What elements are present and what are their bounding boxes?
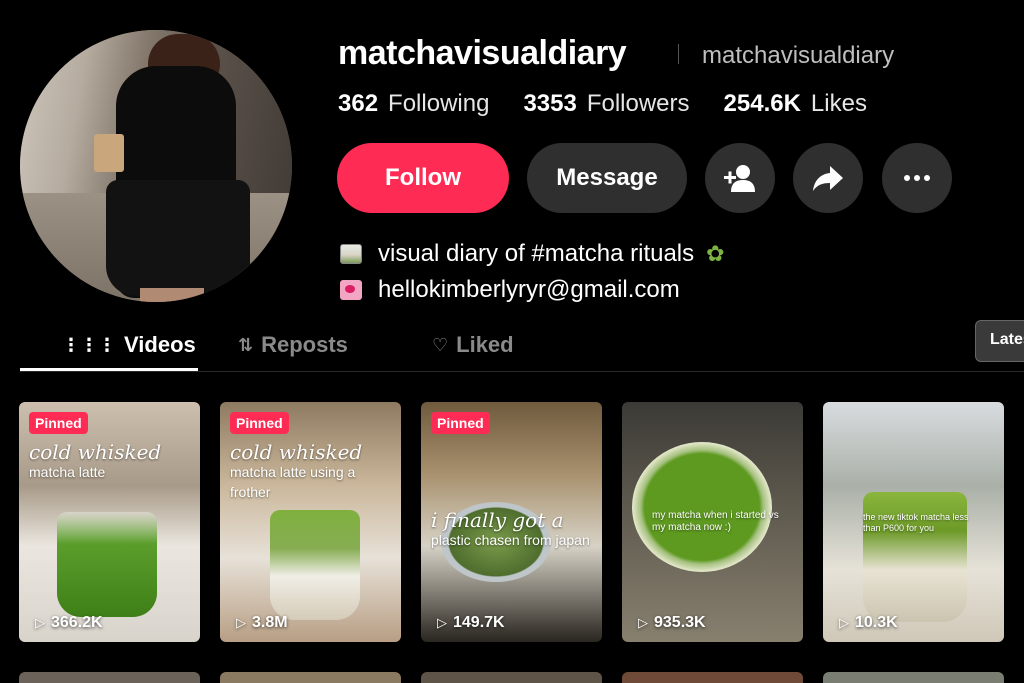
caption-title: i finally got a — [431, 508, 564, 532]
video-card[interactable]: Pinned i finally got a plastic chasen fr… — [421, 402, 602, 642]
view-count-value: 935.3K — [654, 614, 706, 631]
play-icon: ▷ — [35, 615, 45, 630]
tabs-divider — [20, 371, 1024, 372]
bio-line-1: visual diary of #matcha rituals ✿ — [340, 236, 725, 272]
following-label: Following — [388, 90, 490, 117]
message-button[interactable]: Message — [527, 143, 687, 213]
bio-email: hellokimberlyryr@gmail.com — [378, 276, 680, 303]
view-count: ▷ 149.7K — [437, 614, 505, 632]
view-count-value: 3.8M — [252, 614, 288, 631]
pinned-badge: Pinned — [431, 412, 490, 434]
caption-title: cold whisked — [230, 440, 363, 464]
bio-text: visual diary of #matcha rituals — [378, 240, 695, 267]
sort-latest-button[interactable]: Lates — [975, 320, 1024, 362]
tab-videos[interactable]: ⋮⋮⋮ Videos — [62, 332, 196, 358]
video-card[interactable]: Pinned cold whisked matcha latte using a… — [220, 402, 401, 642]
more-dots-icon — [904, 175, 930, 181]
view-count: ▷ 3.8M — [236, 614, 288, 632]
herb-leaf-icon: ✿ — [706, 241, 725, 266]
share-arrow-icon — [813, 166, 843, 191]
tab-liked[interactable]: ♡ Liked — [432, 332, 514, 358]
play-icon: ▷ — [236, 615, 246, 630]
pinned-badge: Pinned — [230, 412, 289, 434]
avatar-cup — [94, 134, 124, 172]
caption-sub: the new tiktok matcha less than P600 for… — [863, 512, 969, 533]
tea-cup-icon — [340, 244, 362, 264]
grid-bars-icon: ⋮⋮⋮ — [62, 334, 116, 355]
video-thumbnail — [632, 442, 772, 572]
stat-followers[interactable]: 3353 Followers — [523, 90, 689, 118]
followers-label: Followers — [586, 90, 690, 117]
view-count: ▷ 935.3K — [638, 614, 706, 632]
more-options-button[interactable] — [882, 143, 952, 213]
caption-sub: my matcha when i started vs my matcha no… — [652, 510, 779, 533]
tab-liked-label: Liked — [456, 332, 514, 357]
caption-sub: matcha latte — [29, 464, 106, 480]
video-caption: the new tiktok matcha less than P600 for… — [863, 512, 973, 534]
view-count-value: 366.2K — [51, 614, 103, 631]
followers-count: 3353 — [523, 90, 577, 117]
heart-icon: ♡ — [432, 334, 449, 355]
caption-sub: plastic chasen from japan — [431, 532, 590, 548]
likes-count: 254.6K — [723, 90, 801, 117]
play-icon: ▷ — [437, 615, 447, 630]
video-thumbnail — [270, 510, 360, 620]
repost-icon: ⇅ — [238, 334, 254, 355]
profile-stats: 362 Following 3353 Followers 254.6K Likes — [338, 90, 867, 118]
stat-following[interactable]: 362 Following — [338, 90, 489, 118]
follow-button[interactable]: Follow — [337, 143, 509, 213]
view-count-value: 10.3K — [855, 614, 898, 631]
view-count: ▷ 10.3K — [839, 614, 898, 632]
caption-title: cold whisked — [29, 440, 162, 464]
video-card-partial[interactable] — [622, 672, 803, 683]
avatar-legs — [140, 288, 204, 302]
video-card-partial[interactable] — [220, 672, 401, 683]
tab-videos-label: Videos — [124, 332, 196, 357]
profile-username: matchavisualdiary — [338, 34, 627, 72]
video-thumbnail — [57, 512, 157, 617]
pinned-badge: Pinned — [29, 412, 88, 434]
profile-nickname: matchavisualdiary — [702, 42, 895, 69]
play-icon: ▷ — [638, 615, 648, 630]
profile-tabs: ⋮⋮⋮ Videos ⇅ Reposts ♡ Liked — [0, 322, 1024, 372]
view-count-value: 149.7K — [453, 614, 505, 631]
tab-reposts-label: Reposts — [261, 332, 348, 357]
video-card[interactable]: Pinned cold whisked matcha latte ▷ 366.2… — [19, 402, 200, 642]
video-card-partial[interactable] — [19, 672, 200, 683]
avatar-skirt — [106, 180, 250, 296]
video-caption: cold whisked matcha latte using a frothe… — [230, 442, 395, 502]
tab-reposts[interactable]: ⇅ Reposts — [238, 332, 348, 358]
video-caption: i finally got a plastic chasen from japa… — [431, 510, 596, 550]
person-plus-icon — [724, 165, 755, 192]
name-separator — [678, 44, 679, 64]
video-card[interactable]: the new tiktok matcha less than P600 for… — [823, 402, 1004, 642]
video-card[interactable]: my matcha when i started vs my matcha no… — [622, 402, 803, 642]
share-button[interactable] — [793, 143, 863, 213]
view-count: ▷ 366.2K — [35, 614, 103, 632]
video-card-partial[interactable] — [421, 672, 602, 683]
caption-sub: matcha latte using a frother — [230, 464, 356, 500]
following-count: 362 — [338, 90, 379, 117]
love-letter-icon — [340, 280, 362, 300]
play-icon: ▷ — [839, 615, 849, 630]
profile-avatar[interactable] — [20, 30, 292, 302]
profile-bio: visual diary of #matcha rituals ✿ hellok… — [340, 236, 725, 308]
video-caption: my matcha when i started vs my matcha no… — [652, 510, 792, 534]
likes-label: Likes — [810, 90, 867, 117]
video-card-partial[interactable] — [823, 672, 1004, 683]
stat-likes: 254.6K Likes — [724, 90, 867, 118]
add-friend-button[interactable] — [705, 143, 775, 213]
bio-line-2: hellokimberlyryr@gmail.com — [340, 272, 725, 308]
video-caption: cold whisked matcha latte — [29, 442, 194, 482]
